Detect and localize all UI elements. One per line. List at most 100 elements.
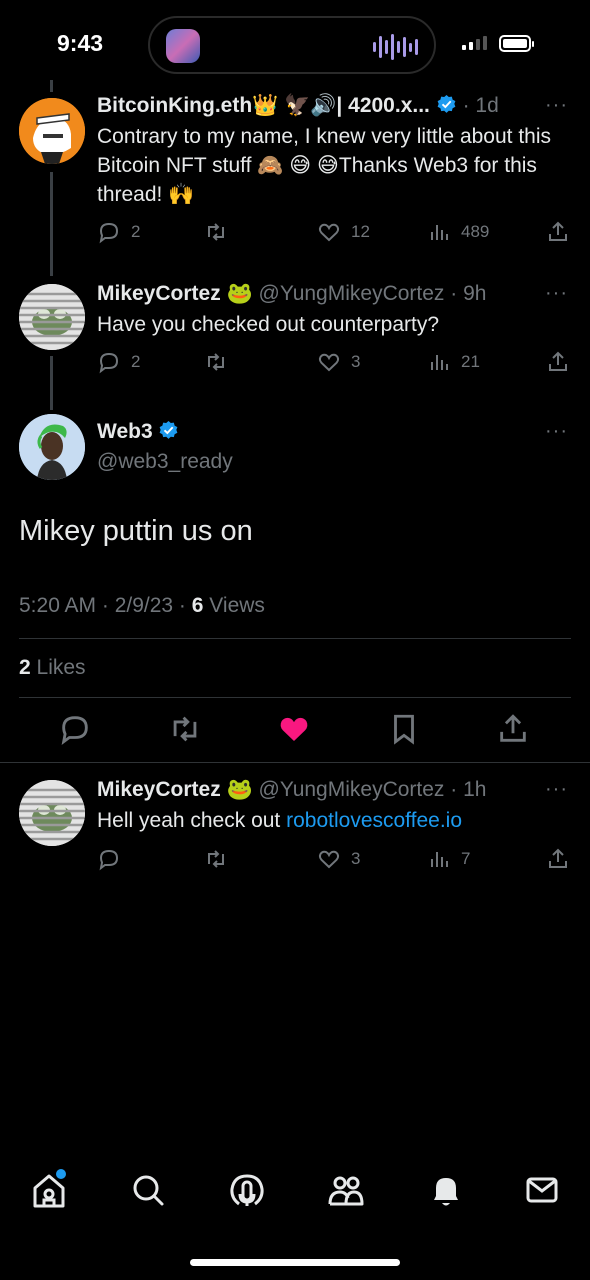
handle[interactable]: @YungMikeyCortez · 9h	[259, 282, 487, 305]
reply-button[interactable]: 2	[97, 350, 140, 374]
search-icon[interactable]	[128, 1168, 168, 1212]
reply-icon	[99, 222, 119, 244]
tweet-actions: 2 3 21	[97, 350, 572, 376]
likes-summary[interactable]: 2 Likes	[19, 656, 86, 680]
thread-line	[50, 80, 53, 92]
views-button[interactable]: 21	[427, 350, 480, 374]
reply-icon	[99, 352, 119, 374]
audio-waveform-icon	[373, 32, 418, 62]
battery-icon	[499, 35, 534, 52]
avatar[interactable]	[19, 414, 85, 480]
focus-header: Web3	[97, 420, 179, 444]
retweet-button[interactable]	[204, 847, 238, 871]
share-button[interactable]	[546, 350, 570, 374]
tweet-text: Contrary to my name, I knew very little …	[97, 125, 552, 206]
tweet-mikeycortez[interactable]: MikeyCortez 🐸 @YungMikeyCortez · 9h ··· …	[0, 270, 590, 410]
share-button[interactable]	[546, 847, 570, 871]
tweet-actions: 3 7	[97, 847, 572, 873]
views-button[interactable]: 489	[427, 220, 489, 244]
views-icon	[431, 852, 448, 867]
communities-icon[interactable]	[326, 1168, 366, 1212]
retweet-icon	[208, 353, 224, 371]
like-icon	[318, 353, 340, 372]
focus-tweet: Web3 @web3_ready ···	[0, 400, 590, 760]
now-playing-thumbnail[interactable]	[166, 29, 200, 63]
divider	[19, 697, 571, 698]
like-count: 12	[351, 222, 370, 241]
status-bar: 9:43	[0, 0, 590, 80]
more-options-icon[interactable]: ···	[545, 282, 568, 305]
notifications-icon[interactable]	[426, 1168, 466, 1212]
like-button[interactable]: 3	[317, 847, 360, 871]
share-icon	[549, 351, 567, 371]
avatar[interactable]	[19, 98, 85, 164]
retweet-icon	[208, 223, 224, 241]
tweet-link[interactable]: robotlovescoffee.io	[286, 809, 462, 832]
tweet-header: MikeyCortez 🐸 @YungMikeyCortez · 9h	[97, 282, 486, 306]
share-icon[interactable]	[496, 712, 530, 746]
focus-actions	[0, 712, 590, 748]
reply-count: 2	[131, 352, 141, 371]
views-count: 489	[461, 222, 490, 241]
retweet-icon	[208, 850, 224, 868]
bookmark-icon[interactable]	[387, 712, 421, 746]
views-count: 6	[191, 594, 204, 617]
tweet-header: BitcoinKing.eth👑 🦅🔊| 4200.x... · 1d	[97, 94, 499, 118]
focus-tweet-text: Mikey puttin us on	[19, 515, 253, 547]
messages-icon[interactable]	[522, 1168, 562, 1212]
reply-count: 2	[131, 222, 141, 241]
more-options-icon[interactable]: ···	[545, 420, 568, 443]
retweet-icon[interactable]	[168, 712, 202, 746]
views-label: Views	[203, 594, 265, 617]
home-notification-dot	[56, 1169, 66, 1179]
display-name[interactable]: MikeyCortez 🐸	[97, 282, 253, 305]
like-count: 3	[351, 352, 361, 371]
home-indicator[interactable]	[190, 1259, 400, 1266]
dynamic-island[interactable]	[148, 16, 436, 74]
share-icon	[549, 221, 567, 241]
like-icon	[318, 223, 340, 242]
display-name[interactable]: BitcoinKing.eth👑 🦅🔊| 4200.x...	[97, 94, 430, 117]
share-button[interactable]	[546, 220, 570, 244]
spaces-icon[interactable]	[227, 1168, 267, 1212]
cellular-signal-icon	[462, 36, 487, 50]
tweet-bitcoinking[interactable]: BitcoinKing.eth👑 🦅🔊| 4200.x... · 1d ··· …	[0, 80, 590, 276]
like-button[interactable]: 12	[317, 220, 370, 244]
retweet-button[interactable]	[204, 220, 238, 244]
like-icon[interactable]	[277, 712, 311, 746]
more-options-icon[interactable]: ···	[545, 94, 568, 117]
more-options-icon[interactable]: ···	[545, 778, 568, 801]
display-name[interactable]: Web3	[97, 420, 153, 443]
views-icon	[431, 355, 448, 370]
reply-button[interactable]: 2	[97, 220, 140, 244]
handle[interactable]: @YungMikeyCortez · 1h	[259, 778, 487, 801]
tweet-header: MikeyCortez 🐸 @YungMikeyCortez · 1h	[97, 778, 486, 802]
tweet-meta: 5:20 AM · 2/9/23 · 6 Views	[19, 594, 265, 618]
views-button[interactable]: 7	[427, 847, 470, 871]
reply-button[interactable]	[97, 847, 131, 871]
verified-badge-icon	[160, 420, 178, 439]
thread-line	[50, 172, 53, 276]
divider	[19, 638, 571, 639]
divider	[0, 762, 590, 763]
likes-label: Likes	[30, 656, 86, 679]
like-button[interactable]: 3	[317, 350, 360, 374]
tweet-age: · 1d	[462, 94, 499, 117]
retweet-button[interactable]	[204, 350, 238, 374]
tweet-actions: 2 12 489	[97, 220, 572, 246]
views-icon	[431, 225, 448, 240]
avatar[interactable]	[19, 284, 85, 350]
reply-icon[interactable]	[58, 712, 92, 746]
like-count: 3	[351, 849, 361, 868]
avatar[interactable]	[19, 780, 85, 846]
display-name[interactable]: MikeyCortez 🐸	[97, 778, 253, 801]
share-icon	[549, 848, 567, 868]
tweet-reply-mikeycortez[interactable]: MikeyCortez 🐸 @YungMikeyCortez · 1h ··· …	[0, 766, 590, 886]
handle[interactable]: @web3_ready	[97, 450, 233, 474]
tweet-text: Have you checked out counterparty?	[97, 313, 440, 336]
likes-count: 2	[19, 656, 31, 679]
views-count: 7	[461, 849, 471, 868]
bottom-nav	[0, 1168, 590, 1218]
reply-icon	[99, 849, 119, 871]
status-time: 9:43	[57, 30, 104, 56]
